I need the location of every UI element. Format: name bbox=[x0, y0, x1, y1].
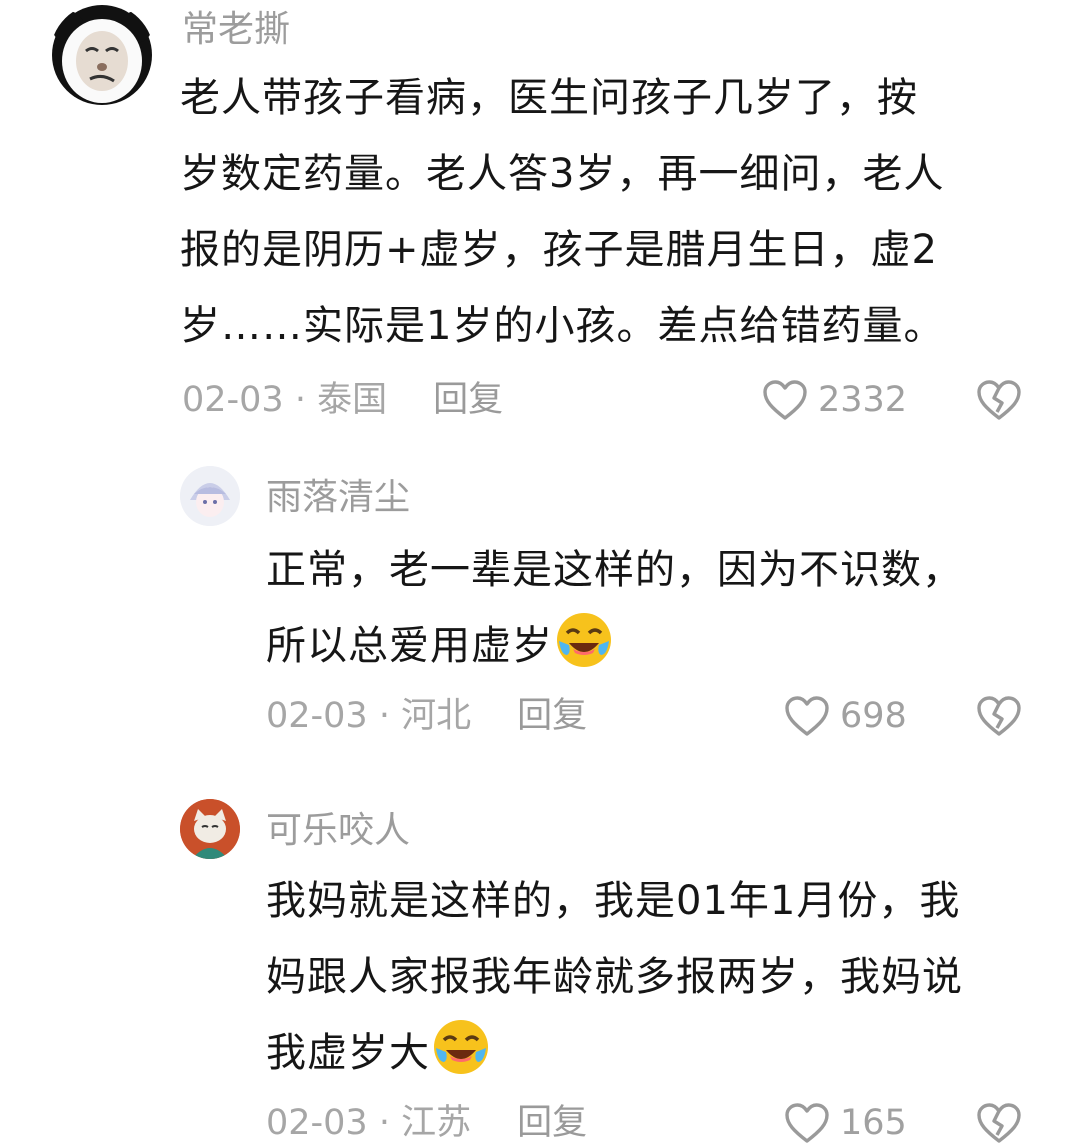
comment-location: 河北 bbox=[401, 696, 472, 736]
avatar[interactable] bbox=[180, 466, 240, 526]
like-count: 165 bbox=[840, 1103, 907, 1143]
meta-separator: · bbox=[367, 1103, 402, 1143]
comment-line: 我虚岁大 bbox=[266, 1015, 963, 1091]
meta-separator: · bbox=[283, 380, 318, 420]
comment-1: 常老撕 老人带孩子看病，医生问孩子几岁了，按 岁数定药量。老人答3岁，再一细问，… bbox=[0, 0, 1080, 440]
reply-button[interactable]: 回复 bbox=[517, 696, 587, 736]
heart-icon bbox=[785, 696, 829, 736]
comment-date: 02-03 bbox=[182, 380, 284, 420]
avatar[interactable] bbox=[180, 799, 240, 859]
comment-line: 所以总爱用虚岁 bbox=[266, 608, 963, 684]
comment-date: 02-03 bbox=[266, 1103, 368, 1143]
comment-author[interactable]: 常老撕 bbox=[182, 8, 290, 52]
heart-icon bbox=[763, 380, 807, 420]
comment-line: 我妈就是这样的，我是01年1月份，我 bbox=[266, 878, 961, 924]
avatar[interactable] bbox=[50, 3, 154, 107]
reply-button[interactable]: 回复 bbox=[517, 1103, 587, 1143]
laughing-tears-emoji-icon bbox=[434, 1020, 488, 1074]
comment-line: 老人带孩子看病，医生问孩子几岁了，按 bbox=[180, 75, 918, 121]
like-button[interactable]: 165 bbox=[784, 1101, 907, 1145]
comment-author[interactable]: 雨落清尘 bbox=[266, 476, 410, 520]
anime-girl-avatar-icon bbox=[180, 466, 240, 526]
comment-meta: 02-03 · 泰国 回复 bbox=[182, 378, 503, 422]
meta-separator: · bbox=[367, 696, 402, 736]
comment-location: 泰国 bbox=[317, 380, 388, 420]
heart-icon bbox=[785, 1103, 829, 1143]
like-button[interactable]: 2332 bbox=[762, 378, 907, 422]
comment-line: 正常，老一辈是这样的，因为不识数， bbox=[266, 547, 963, 593]
comment-2: 雨落清尘 正常，老一辈是这样的，因为不识数， 所以总爱用虚岁 02-03 · 河… bbox=[0, 460, 1080, 750]
comment-line-text: 我虚岁大 bbox=[266, 1030, 430, 1076]
comment-line: 报的是阴历+虚岁，孩子是腊月生日，虚2 bbox=[180, 227, 938, 273]
comment-line-text: 所以总爱用虚岁 bbox=[266, 623, 553, 669]
cat-avatar-icon bbox=[180, 799, 240, 859]
broken-heart-icon[interactable] bbox=[976, 378, 1022, 422]
like-button[interactable]: 698 bbox=[784, 694, 907, 738]
comment-3: 可乐咬人 我妈就是这样的，我是01年1月份，我 妈跟人家报我年龄就多报两岁，我妈… bbox=[0, 795, 1080, 1143]
comment-line: 岁……实际是1岁的小孩。差点给错药量。 bbox=[180, 303, 945, 349]
comment-body: 正常，老一辈是这样的，因为不识数， 所以总爱用虚岁 bbox=[266, 532, 963, 684]
comment-body: 我妈就是这样的，我是01年1月份，我 妈跟人家报我年龄就多报两岁，我妈说 我虚岁… bbox=[266, 863, 963, 1091]
comment-location: 江苏 bbox=[401, 1103, 472, 1143]
comment-line: 岁数定药量。老人答3岁，再一细问，老人 bbox=[180, 151, 945, 197]
comment-date: 02-03 bbox=[266, 696, 368, 736]
panda-meme-avatar-icon bbox=[52, 5, 152, 105]
like-count: 2332 bbox=[818, 380, 908, 420]
like-count: 698 bbox=[840, 696, 907, 736]
laughing-tears-emoji-icon bbox=[557, 613, 611, 667]
broken-heart-icon[interactable] bbox=[976, 1101, 1022, 1145]
comment-meta: 02-03 · 江苏 回复 bbox=[266, 1101, 587, 1145]
comment-body: 老人带孩子看病，医生问孩子几岁了，按 岁数定药量。老人答3岁，再一细问，老人 报… bbox=[180, 60, 944, 364]
reply-button[interactable]: 回复 bbox=[433, 380, 503, 420]
comment-author[interactable]: 可乐咬人 bbox=[266, 809, 410, 853]
comment-meta: 02-03 · 河北 回复 bbox=[266, 694, 587, 738]
broken-heart-icon[interactable] bbox=[976, 694, 1022, 738]
comment-line: 妈跟人家报我年龄就多报两岁，我妈说 bbox=[266, 954, 963, 1000]
